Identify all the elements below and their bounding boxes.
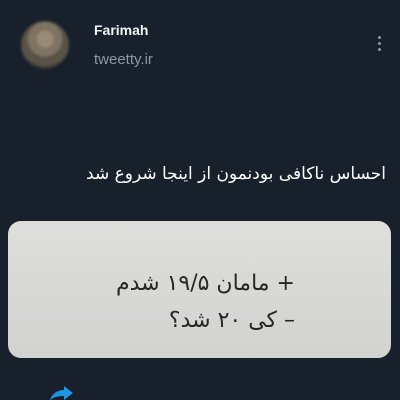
media-line-1: + مامان ۱۹/۵ شدم — [115, 271, 295, 296]
tweet-media-card[interactable]: + مامان ۱۹/۵ شدم – کی ۲۰ شد؟ — [8, 221, 391, 358]
more-icon-dot-bottom — [377, 48, 381, 51]
more-icon-dot-middle — [377, 42, 381, 45]
more-icon-dot-top — [377, 36, 381, 39]
media-line-2: – کی ۲۰ شد؟ — [168, 308, 295, 333]
avatar[interactable] — [21, 21, 69, 69]
display-name[interactable]: Farimah — [94, 22, 148, 38]
share-icon[interactable] — [42, 383, 76, 400]
tweet-text: احساس ناکافی بودنمون از اینجا شروع شد — [86, 164, 386, 184]
share-icon-graphic — [50, 386, 73, 400]
handle[interactable]: tweetty.ir — [94, 51, 153, 68]
more-icon[interactable] — [376, 36, 382, 54]
